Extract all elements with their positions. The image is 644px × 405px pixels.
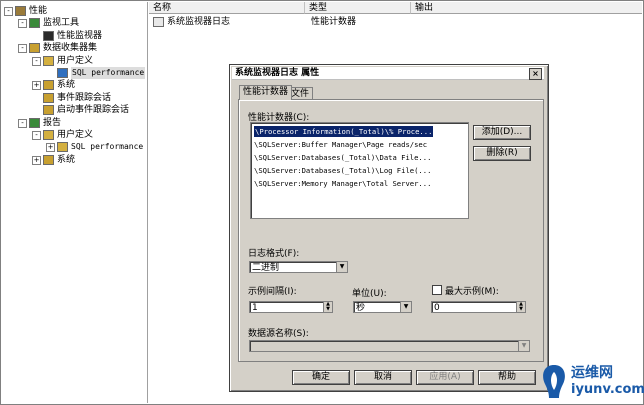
max-samples-checkbox[interactable] bbox=[432, 285, 442, 295]
tree-item-label: 用户定义 bbox=[57, 55, 94, 66]
tree-item[interactable]: - 性能 bbox=[2, 5, 147, 17]
tree-item-label: 性能 bbox=[29, 6, 48, 16]
tree-item-label: 监视工具 bbox=[43, 18, 80, 29]
tree-item-label: SQL performance bbox=[71, 142, 144, 152]
log-icon bbox=[153, 17, 164, 27]
tree-item-label: 系统 bbox=[57, 154, 76, 165]
watermark-icon bbox=[543, 365, 565, 398]
dsn-select[interactable]: ▼ bbox=[249, 340, 530, 352]
tree-item-label: 报告 bbox=[43, 117, 62, 128]
list-item[interactable]: \SQLServer:Buffer Manager\Page reads/sec bbox=[254, 139, 427, 150]
expand-icon[interactable]: + bbox=[32, 155, 41, 165]
tree-item-label: 数据收集器集 bbox=[43, 43, 98, 54]
properties-dialog: 系统监视器日志 属性 × 性能计数器 文件 性能计数器(C): \Process… bbox=[229, 64, 549, 392]
mmc-window: - 性能 - 监视工具 性能监视器 - 数据收集器集 - 用户定义 SQL performance… bbox=[0, 0, 644, 405]
ok-button[interactable]: 确定 bbox=[292, 370, 350, 385]
monitor-icon bbox=[43, 30, 54, 41]
folder-icon bbox=[29, 43, 40, 54]
tree-item[interactable]: 事件跟踪会话 bbox=[2, 92, 147, 104]
dialog-title-bar[interactable]: 系统监视器日志 属性 × bbox=[232, 67, 544, 80]
folder-icon bbox=[43, 80, 54, 91]
counters-list[interactable]: \Processor Information(_Total)\% Proce..… bbox=[250, 122, 469, 219]
apply-button[interactable]: 应用(A) bbox=[416, 370, 474, 385]
column-header-name[interactable]: 名称 bbox=[149, 2, 305, 14]
log-format-value: 二进制 bbox=[252, 263, 280, 273]
folder-icon bbox=[43, 55, 54, 66]
add-button[interactable]: 添加(D)... bbox=[473, 125, 531, 140]
list-item[interactable]: \SQLServer:Memory Manager\Total Server..… bbox=[254, 178, 431, 189]
collapse-icon[interactable]: - bbox=[18, 19, 27, 29]
list-item[interactable]: \Processor Information(_Total)\% Proce..… bbox=[254, 126, 434, 137]
watermark-url: iyunv.com bbox=[571, 382, 644, 397]
list-item-name: 系统监视器日志 bbox=[167, 17, 231, 27]
max-samples-value: 0 bbox=[434, 303, 440, 313]
tree-item[interactable]: + 系统 bbox=[2, 154, 147, 166]
dialog-title: 系统监视器日志 属性 bbox=[235, 68, 320, 78]
column-header-output[interactable]: 输出 bbox=[411, 2, 642, 14]
expand-icon[interactable]: + bbox=[46, 143, 55, 153]
tab-performance-counters[interactable]: 性能计数器 bbox=[239, 85, 293, 100]
list-item[interactable]: 系统监视器日志 bbox=[151, 16, 305, 28]
tree-item-label: SQL performance bbox=[71, 67, 146, 79]
tree-item[interactable]: - 数据收集器集 bbox=[2, 42, 147, 54]
dsn-label: 数据源名称(S): bbox=[248, 329, 309, 339]
chevron-down-icon[interactable]: ▼ bbox=[518, 341, 529, 351]
folder-icon bbox=[43, 92, 54, 103]
tree-item-label: 系统 bbox=[57, 80, 76, 91]
spinner-icon[interactable]: ▲ ▼ bbox=[323, 302, 332, 312]
tree-item[interactable]: - 用户定义 bbox=[2, 129, 147, 141]
tree-item[interactable]: - 监视工具 bbox=[2, 17, 147, 29]
interval-label: 示例间隔(I): bbox=[248, 287, 297, 297]
list-item[interactable]: \SQLServer:Databases(_Total)\Log File(..… bbox=[254, 165, 431, 176]
tree-item-label: 启动事件跟踪会话 bbox=[57, 105, 130, 116]
performance-icon bbox=[15, 6, 26, 16]
tree-item-label: 用户定义 bbox=[57, 130, 94, 140]
navigation-tree: - 性能 - 监视工具 性能监视器 - 数据收集器集 - 用户定义 SQL performance… bbox=[2, 2, 148, 403]
tree-item[interactable]: 性能监视器 bbox=[2, 30, 147, 42]
max-samples-label: 最大示例(M): bbox=[445, 287, 499, 297]
units-value: 秒 bbox=[356, 303, 366, 313]
collapse-icon[interactable]: - bbox=[32, 56, 41, 66]
tree-item[interactable]: 启动事件跟踪会话 bbox=[2, 104, 147, 116]
watermark-title: 运维网 bbox=[571, 365, 613, 381]
folder-icon bbox=[43, 154, 54, 165]
help-button[interactable]: 帮助 bbox=[478, 370, 536, 385]
collapse-icon[interactable]: - bbox=[4, 7, 13, 16]
report-icon bbox=[29, 117, 40, 128]
units-label: 单位(U): bbox=[352, 289, 387, 299]
tree-item[interactable]: - 报告 bbox=[2, 117, 147, 129]
log-format-select[interactable]: 二进制 ▼ bbox=[249, 261, 348, 273]
collapse-icon[interactable]: - bbox=[32, 131, 41, 140]
folder-icon bbox=[43, 130, 54, 140]
tree-item-label: 事件跟踪会话 bbox=[57, 92, 112, 103]
chevron-down-icon[interactable]: ▼ bbox=[400, 302, 411, 312]
spinner-icon[interactable]: ▲ ▼ bbox=[516, 302, 525, 312]
log-format-label: 日志格式(F): bbox=[248, 249, 300, 259]
max-samples-stepper[interactable]: 0 ▲ ▼ bbox=[431, 301, 526, 313]
interval-stepper[interactable]: 1 ▲ ▼ bbox=[249, 301, 333, 313]
collapse-icon[interactable]: - bbox=[18, 44, 27, 54]
tree-item[interactable]: + 系统 bbox=[2, 79, 147, 91]
tree-item-label: 性能监视器 bbox=[57, 30, 103, 41]
close-icon[interactable]: × bbox=[529, 68, 542, 80]
units-select[interactable]: 秒 ▼ bbox=[353, 301, 412, 313]
dataset-icon bbox=[57, 68, 68, 78]
tree-item[interactable]: + SQL performance bbox=[2, 141, 147, 153]
watermark-logo: 运维网 iyunv.com bbox=[539, 360, 644, 402]
folder-icon bbox=[43, 105, 54, 116]
remove-button[interactable]: 删除(R) bbox=[473, 146, 531, 161]
interval-value: 1 bbox=[252, 303, 258, 313]
monitor-tools-icon bbox=[29, 18, 40, 29]
chevron-down-icon[interactable]: ▼ bbox=[336, 262, 347, 272]
expand-icon[interactable]: + bbox=[32, 81, 41, 91]
column-header-type[interactable]: 类型 bbox=[305, 2, 411, 14]
list-item-type: 性能计数器 bbox=[311, 17, 357, 27]
tree-item[interactable]: SQL performance bbox=[2, 67, 147, 79]
cancel-button[interactable]: 取消 bbox=[354, 370, 412, 385]
list-item[interactable]: \SQLServer:Databases(_Total)\Data File..… bbox=[254, 152, 431, 163]
tree-item[interactable]: - 用户定义 bbox=[2, 55, 147, 67]
collapse-icon[interactable]: - bbox=[18, 118, 27, 128]
folder-icon bbox=[57, 142, 68, 153]
